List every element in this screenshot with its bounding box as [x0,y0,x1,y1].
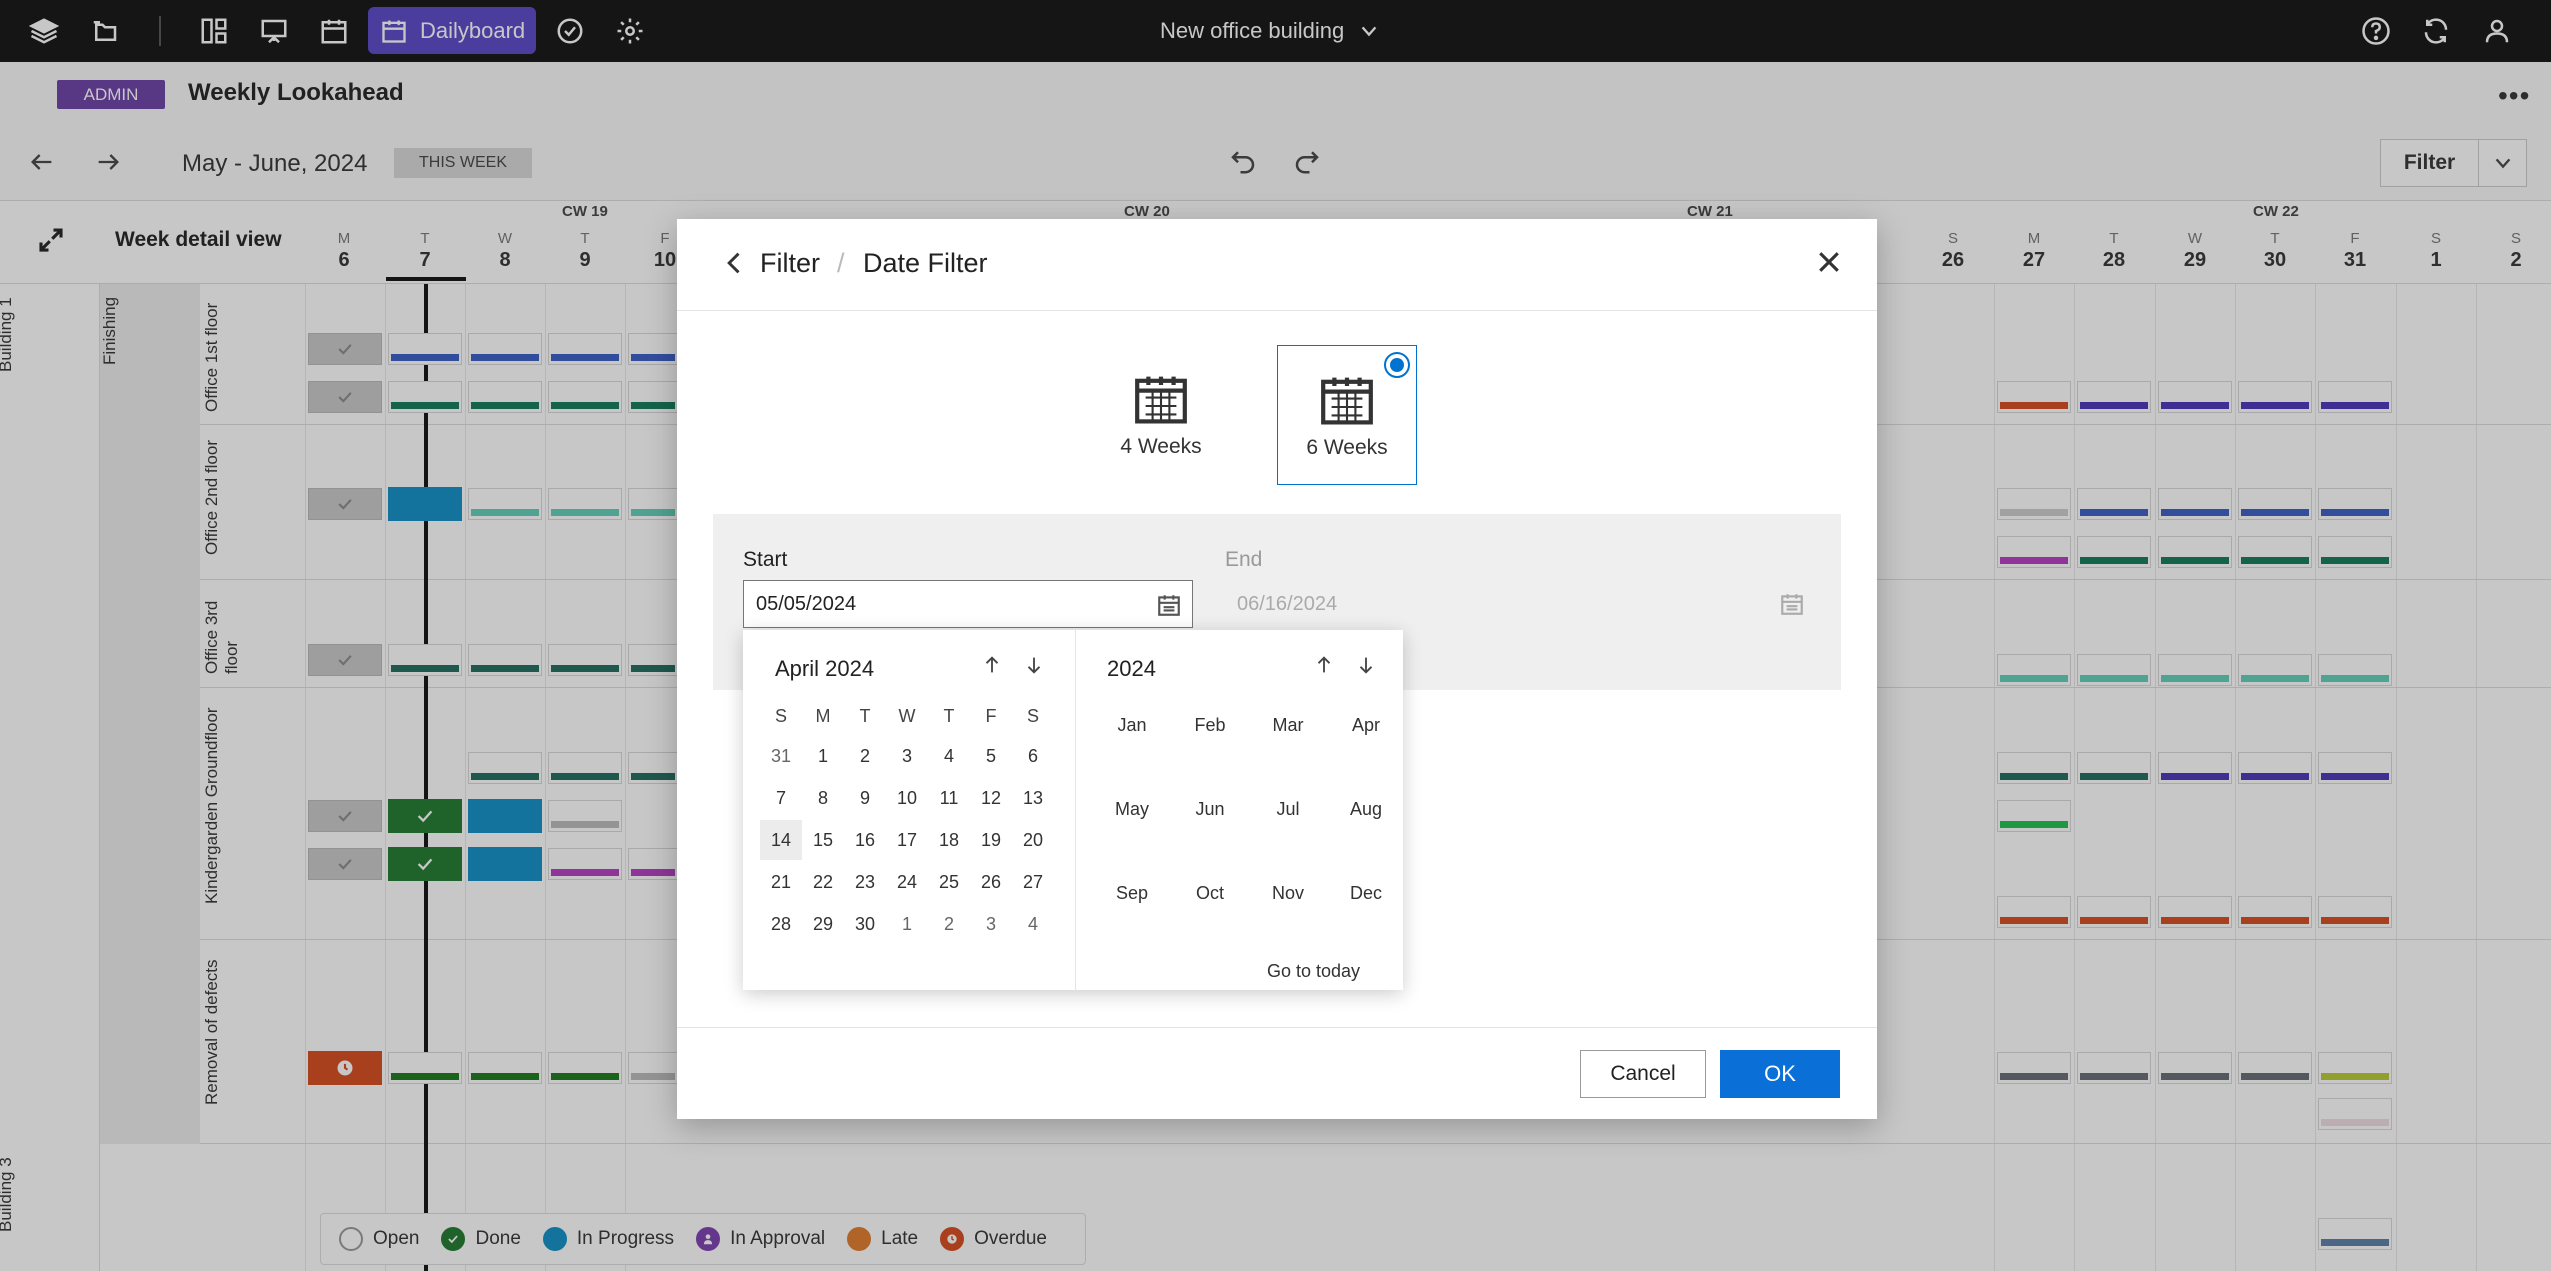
calendar-icon[interactable] [1156,592,1182,618]
previous-year-button[interactable] [1313,654,1337,678]
breadcrumb-separator: / [837,248,845,278]
calendar-day[interactable]: 3 [970,904,1012,944]
calendar-day[interactable]: 18 [928,820,970,860]
calendar-day[interactable]: 6 [1012,736,1054,776]
weekday-header: S [1026,706,1039,726]
calendar-day[interactable]: 30 [844,904,886,944]
dialog-title: Date Filter [863,248,988,278]
calendar-day[interactable]: 29 [802,904,844,944]
weekday-header: T [859,706,871,726]
month-cell[interactable]: Sep [1093,883,1171,904]
calendar-day-selected[interactable]: 14 [760,820,802,860]
go-to-today-link[interactable]: Go to today [1267,961,1360,982]
calendar-day[interactable]: 10 [886,778,928,818]
weekday-header: F [985,706,997,726]
month-cell[interactable]: Feb [1171,715,1249,736]
calendar-day[interactable]: 16 [844,820,886,860]
calendar-day[interactable]: 11 [928,778,970,818]
calendar-day[interactable]: 23 [844,862,886,902]
month-cell[interactable]: Mar [1249,715,1327,736]
date-picker-popup: April 2024 2024 S M T W T F S 31 1 2 3 4… [743,630,1403,990]
calendar-day[interactable]: 21 [760,862,802,902]
month-cell[interactable]: Jun [1171,799,1249,820]
calendar-day[interactable]: 25 [928,862,970,902]
calendar-day[interactable]: 27 [1012,862,1054,902]
arrow-up-icon [985,656,999,673]
calendar-day[interactable]: 19 [970,820,1012,860]
next-month-button[interactable] [1023,654,1047,678]
calendar-day[interactable]: 28 [760,904,802,944]
arrow-down-icon [1359,657,1373,674]
weekday-header: T [943,706,955,726]
calendar-day[interactable]: 12 [970,778,1012,818]
month-cell[interactable]: Oct [1171,883,1249,904]
calendar-day[interactable]: 5 [970,736,1012,776]
arrow-up-icon [1317,656,1331,673]
calendar-icon [1321,377,1373,425]
month-cell[interactable]: May [1093,799,1171,820]
start-label: Start [743,548,788,571]
end-date-input: 06/16/2024 [1225,580,1815,628]
option-label: 4 Weeks [1120,435,1202,458]
date-filter-dialog: Filter / Date Filter 4 Weeks 6 Weeks Sta… [677,219,1877,1119]
weekday-header: M [815,706,831,726]
calendar-day[interactable]: 4 [1012,904,1054,944]
end-date-value: 06/16/2024 [1237,592,1338,615]
month-cell[interactable]: Nov [1249,883,1327,904]
year-title[interactable]: 2024 [1107,656,1156,682]
calendar-day[interactable]: 17 [886,820,928,860]
calendar-day[interactable]: 9 [844,778,886,818]
previous-month-button[interactable] [981,654,1005,678]
dialog-footer: Cancel OK [677,1027,1877,1119]
back-chevron-icon[interactable] [721,249,749,277]
month-cell[interactable]: Dec [1327,883,1405,904]
arrow-down-icon [1027,657,1041,674]
month-title[interactable]: April 2024 [775,656,874,682]
four-weeks-option[interactable]: 4 Weeks [1091,345,1231,485]
selected-radio[interactable] [1384,352,1410,378]
close-icon[interactable] [1814,247,1846,279]
calendar-day[interactable]: 13 [1012,778,1054,818]
calendar-day[interactable]: 7 [760,778,802,818]
option-label: 6 Weeks [1306,436,1388,459]
calendar-day[interactable]: 8 [802,778,844,818]
month-cell[interactable]: Apr [1327,715,1405,736]
next-year-button[interactable] [1355,654,1379,678]
six-weeks-option[interactable]: 6 Weeks [1277,345,1417,485]
calendar-day[interactable]: 4 [928,736,970,776]
start-date-value: 05/05/2024 [756,592,857,615]
calendar-day[interactable]: 2 [928,904,970,944]
calendar-day[interactable]: 2 [844,736,886,776]
calendar-day[interactable]: 15 [802,820,844,860]
calendar-day[interactable]: 20 [1012,820,1054,860]
calendar-day[interactable]: 31 [760,736,802,776]
month-cell[interactable]: Jan [1093,715,1171,736]
calendar-day[interactable]: 26 [970,862,1012,902]
cancel-button[interactable]: Cancel [1580,1050,1706,1098]
start-date-input[interactable]: 05/05/2024 [743,580,1193,628]
calendar-day[interactable]: 1 [802,736,844,776]
weekday-header: W [898,706,916,726]
month-cell[interactable]: Aug [1327,799,1405,820]
calendar-day[interactable]: 22 [802,862,844,902]
weekday-header: S [774,706,787,726]
dialog-header: Filter / Date Filter [677,219,1877,311]
ok-button[interactable]: OK [1720,1050,1840,1098]
calendar-day[interactable]: 3 [886,736,928,776]
calendar-day[interactable]: 1 [886,904,928,944]
breadcrumb-filter[interactable]: Filter [760,248,820,279]
month-cell[interactable]: Jul [1249,799,1327,820]
calendar-icon [1135,376,1187,424]
calendar-icon [1781,594,1803,615]
calendar-day[interactable]: 24 [886,862,928,902]
end-label: End [1225,548,1263,571]
